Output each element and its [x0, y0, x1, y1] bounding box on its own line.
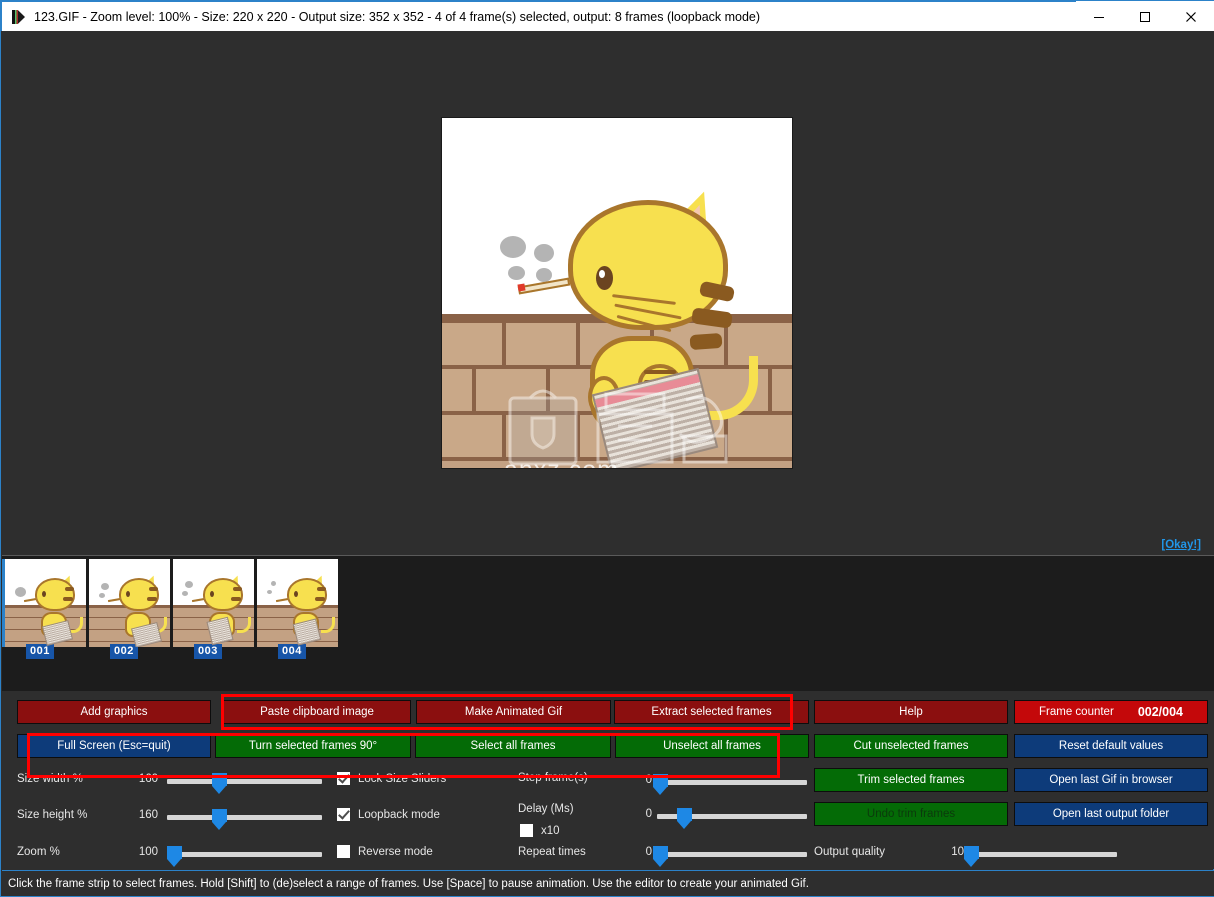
size-width-slider-thumb[interactable]	[212, 773, 227, 794]
open-output-folder-button[interactable]: Open last output folder	[1014, 802, 1208, 826]
size-width-value: 160	[138, 773, 158, 785]
repeat-times-slider-thumb[interactable]	[653, 846, 668, 867]
checkbox-box-icon	[337, 808, 350, 821]
step-frames-slider-thumb[interactable]	[653, 774, 668, 795]
preview-area[interactable]: anxz.com [Okay!]	[2, 31, 1214, 555]
size-height-label: Size height %	[17, 809, 88, 821]
maximize-button[interactable]	[1122, 1, 1168, 32]
repeat-times-label: Repeat times	[518, 846, 586, 858]
zoom-percent-slider-track[interactable]	[167, 852, 322, 857]
zoom-percent-value: 100	[138, 846, 158, 858]
turn-90-button[interactable]: Turn selected frames 90°	[215, 734, 411, 758]
reverse-mode-checkbox[interactable]: Reverse mode	[337, 845, 433, 858]
smoke-puff	[534, 244, 554, 262]
help-button[interactable]: Help	[814, 700, 1008, 724]
minimize-button[interactable]	[1076, 1, 1122, 32]
cigarette-tip	[517, 283, 526, 292]
frame-counter-display: Frame counter 002/004	[1014, 700, 1208, 724]
frame-label-002: 002	[110, 644, 138, 659]
output-quality-label: Output quality	[814, 846, 885, 858]
size-height-slider-thumb[interactable]	[212, 809, 227, 830]
zoom-percent-slider-thumb[interactable]	[167, 846, 182, 867]
undo-trim-button[interactable]: Undo trim frames	[814, 802, 1008, 826]
frame-thumbnail-003[interactable]	[170, 559, 254, 647]
frame-label-004: 004	[278, 644, 306, 659]
output-quality-value: 10	[951, 846, 964, 858]
maximize-icon	[1140, 11, 1150, 22]
extract-selected-button[interactable]: Extract selected frames	[614, 700, 809, 724]
cut-unselected-button[interactable]: Cut unselected frames	[814, 734, 1008, 758]
reset-defaults-button[interactable]: Reset default values	[1014, 734, 1208, 758]
paste-clipboard-button[interactable]: Paste clipboard image	[223, 700, 411, 724]
full-screen-button[interactable]: Full Screen (Esc=quit)	[17, 734, 211, 758]
size-width-slider-track[interactable]	[167, 779, 322, 784]
status-bar: Click the frame strip to select frames. …	[2, 870, 1214, 896]
frame-thumbnail-004[interactable]	[254, 559, 338, 647]
frame-thumbnail-001[interactable]	[2, 559, 86, 647]
step-frames-label: Step frame(s)	[518, 772, 588, 784]
x10-label: x10	[541, 824, 560, 837]
lock-size-sliders-checkbox[interactable]: Lock Size Sliders	[337, 772, 446, 785]
frame-counter-value: 002/004	[1137, 705, 1183, 719]
loopback-mode-checkbox[interactable]: Loopback mode	[337, 808, 440, 821]
frame-counter-label: Frame counter	[1039, 706, 1114, 718]
select-all-frames-button[interactable]: Select all frames	[415, 734, 611, 758]
output-quality-slider-thumb[interactable]	[964, 846, 979, 867]
title-bar: 123.GIF - Zoom level: 100% - Size: 220 x…	[1, 0, 1214, 32]
open-gif-browser-button[interactable]: Open last Gif in browser	[1014, 768, 1208, 792]
cat-eye	[596, 266, 613, 290]
frame-label-001: 001	[26, 644, 54, 659]
make-animated-gif-button[interactable]: Make Animated Gif	[416, 700, 611, 724]
smoke-puff	[508, 266, 525, 280]
delay-ms-label: Delay (Ms)	[518, 803, 574, 815]
close-button[interactable]	[1168, 1, 1214, 32]
frame-thumbnail-002[interactable]	[86, 559, 170, 647]
window-title: 123.GIF - Zoom level: 100% - Size: 220 x…	[34, 9, 761, 24]
gif-player-icon	[11, 9, 27, 25]
delay-ms-value: 0	[645, 808, 652, 820]
output-quality-slider-track[interactable]	[967, 852, 1117, 857]
cat-animation-frame: anxz.com	[442, 118, 792, 468]
lock-size-sliders-label: Lock Size Sliders	[358, 772, 447, 785]
smoke-puff	[500, 236, 526, 258]
repeat-times-slider-track[interactable]	[657, 852, 807, 857]
checkbox-box-icon	[520, 824, 533, 837]
frame-label-003: 003	[194, 644, 222, 659]
checkbox-box-icon	[337, 845, 350, 858]
size-height-slider-track[interactable]	[167, 815, 322, 820]
okay-status-link[interactable]: [Okay!]	[1161, 539, 1201, 551]
add-graphics-button[interactable]: Add graphics	[17, 700, 211, 724]
frame-strip[interactable]: 001 002 003 004	[2, 555, 1214, 691]
delay-ms-slider-thumb[interactable]	[677, 808, 692, 829]
watermark-text: anxz.com	[504, 456, 619, 468]
trim-selected-button[interactable]: Trim selected frames	[814, 768, 1008, 792]
checkbox-box-icon	[337, 772, 350, 785]
animation-preview-canvas[interactable]: anxz.com	[441, 117, 793, 469]
minimize-icon	[1094, 16, 1104, 18]
loopback-mode-label: Loopback mode	[358, 808, 440, 821]
step-frames-slider-track[interactable]	[657, 780, 807, 785]
controls-panel: Add graphics Paste clipboard image Make …	[2, 691, 1214, 869]
size-height-value: 160	[138, 809, 158, 821]
x10-multiplier-checkbox[interactable]: x10	[520, 824, 560, 837]
zoom-percent-label: Zoom %	[17, 846, 60, 858]
reverse-mode-label: Reverse mode	[358, 845, 433, 858]
window-controls	[1076, 1, 1214, 32]
status-message: Click the frame strip to select frames. …	[8, 877, 809, 890]
application-window: 123.GIF - Zoom level: 100% - Size: 220 x…	[0, 0, 1214, 897]
repeat-times-value: 0	[645, 846, 652, 858]
cat-eye-highlight	[599, 270, 605, 278]
step-frames-value: 0	[645, 774, 652, 786]
close-icon	[1186, 11, 1196, 22]
size-width-label: Size width %	[17, 773, 83, 785]
unselect-all-frames-button[interactable]: Unselect all frames	[615, 734, 809, 758]
